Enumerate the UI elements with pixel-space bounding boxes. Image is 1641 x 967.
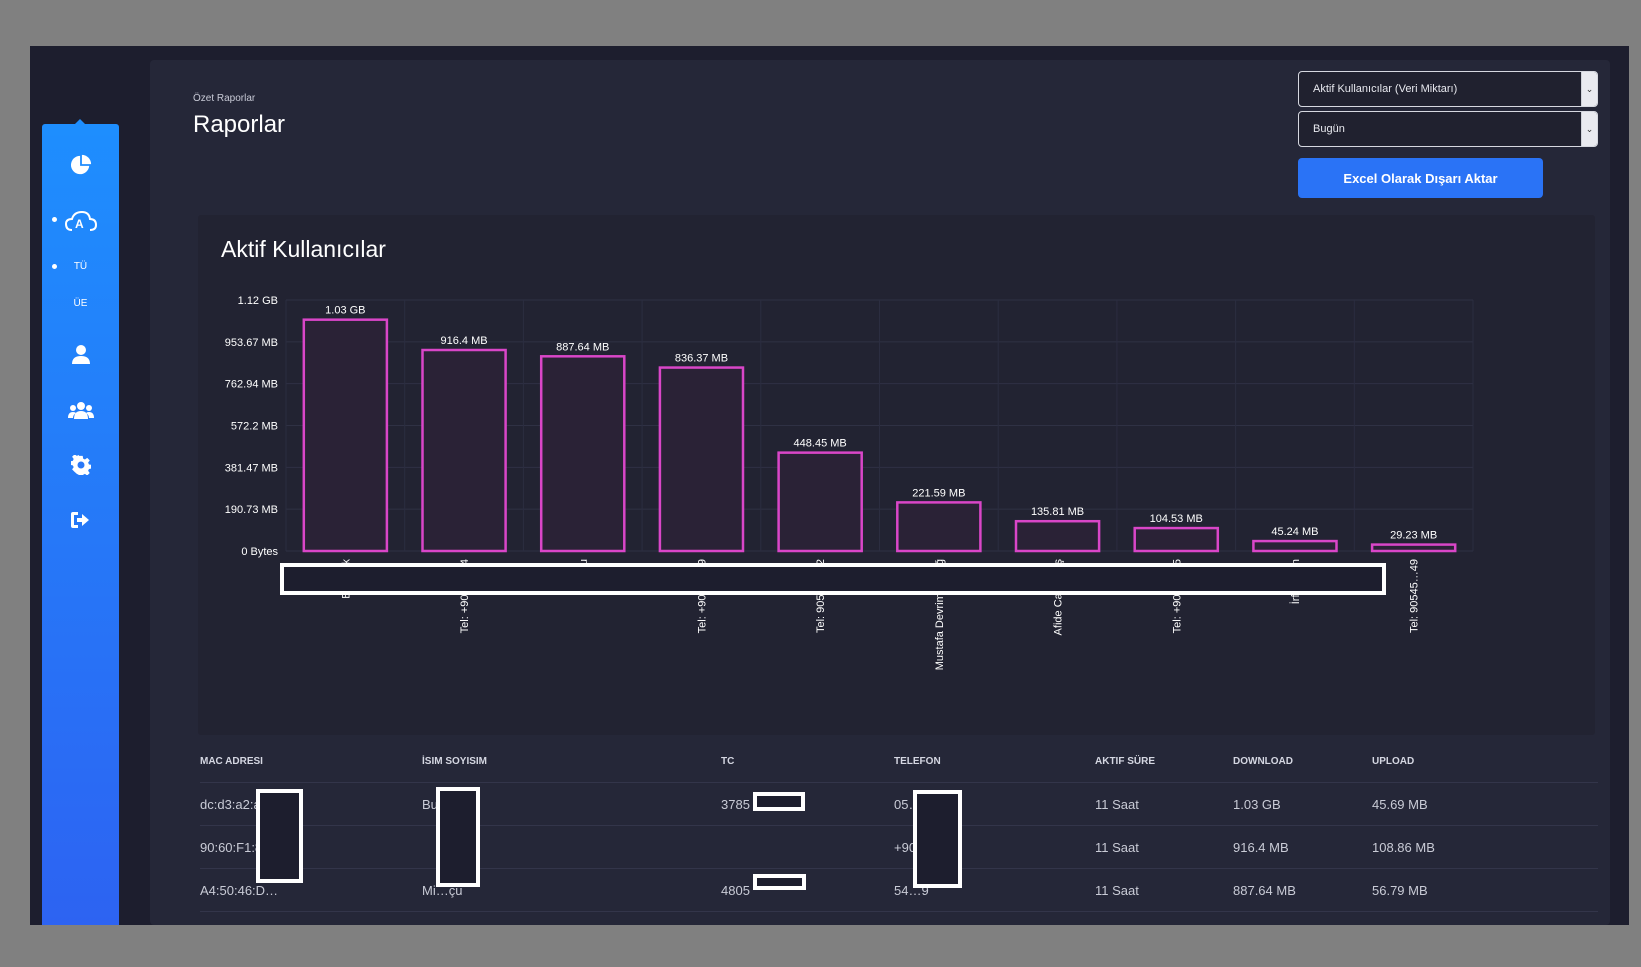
bar-value-label: 448.45 MB [794, 438, 847, 450]
users-icon [67, 402, 94, 419]
export-excel-button[interactable]: Excel Olarak Dışarı Aktar [1298, 158, 1543, 198]
table-cell: 90:60:F1:8 [200, 840, 263, 855]
bar-value-label: 836.37 MB [675, 353, 728, 365]
table-row[interactable]: 90:60:F1:8+90…57411 Saat916.4 MB108.86 M… [200, 826, 1598, 869]
table-cell: 1.03 GB [1233, 797, 1281, 812]
table-row[interactable]: dc:d3:a2:aBu…ak378505…4911 Saat1.03 GB45… [200, 783, 1598, 826]
bar-value-label: 45.24 MB [1271, 526, 1318, 538]
y-tick-label: 0 Bytes [241, 546, 278, 558]
bar-value-label: 29.23 MB [1390, 530, 1437, 542]
column-header[interactable]: MAC ADRESI [200, 740, 263, 783]
sidebar-item-cloud[interactable]: A [42, 206, 119, 238]
app-window: A TÜ ÜE Özet Raporlar Raporlar Aktif Kul… [30, 46, 1629, 925]
bar-chart: 1.12 GB 953.67 MB 762.94 MB 572.2 MB 381.47 … [225, 295, 1474, 670]
redaction-box [753, 792, 805, 811]
redaction-box [280, 563, 1386, 595]
period-select[interactable]: Bugün ⌄ [1298, 111, 1598, 147]
column-header[interactable]: DOWNLOAD [1233, 740, 1293, 783]
bar-value-label: 1.03 GB [325, 305, 365, 317]
sign-out-icon [70, 512, 89, 528]
table-cell: 11 Saat [1095, 883, 1139, 898]
y-tick-label: 953.67 MB [225, 337, 278, 349]
cloud-a-icon: A [64, 210, 97, 231]
column-header[interactable]: TELEFON [894, 740, 941, 783]
bar-value-label: 104.53 MB [1150, 513, 1203, 525]
bar-value-label: 916.4 MB [441, 335, 488, 347]
bar [1133, 526, 1220, 553]
bar-value-label: 135.81 MB [1031, 506, 1084, 518]
redaction-box [753, 874, 806, 890]
pie-chart-icon [70, 154, 91, 175]
redaction-box [913, 790, 962, 888]
bar [421, 348, 507, 553]
sidebar-item-settings[interactable] [42, 450, 119, 480]
bar [1252, 539, 1338, 553]
breadcrumb[interactable]: Özet Raporlar [193, 93, 255, 104]
sidebar-subitem-tu[interactable]: TÜ [42, 261, 119, 272]
table-cell: 4805 [721, 883, 750, 898]
sidebar-item-logout[interactable] [42, 505, 119, 535]
table-row[interactable]: A4:50:46:D… Mi…çu 4805 54…9 11 Saat 887.64 MB… [200, 869, 1598, 912]
bar [539, 355, 626, 553]
sidebar: A TÜ ÜE [42, 119, 119, 925]
column-header[interactable]: AKTIF SÜRE [1095, 740, 1155, 783]
table-cell: 56.79 MB [1372, 883, 1428, 898]
redaction-box [256, 789, 303, 883]
column-header[interactable]: UPLOAD [1372, 740, 1414, 783]
y-tick-label: 1.12 GB [238, 295, 278, 307]
bar [1014, 519, 1101, 553]
column-header[interactable]: TC [721, 740, 734, 783]
y-tick-label: 762.94 MB [225, 379, 278, 391]
table-cell: 3785 [721, 797, 750, 812]
column-header[interactable]: İSIM SOYISIM [422, 740, 487, 783]
gear-icon [70, 455, 91, 475]
table-cell: 887.64 MB [1233, 883, 1296, 898]
table-header: MAC ADRESI İSIM SOYISIM TC TELEFON AKTIF SÜR… [200, 740, 1598, 783]
table-cell: dc:d3:a2:a [200, 797, 261, 812]
table-cell: 11 Saat [1095, 797, 1139, 812]
report-type-value: Aktif Kullanıcılar (Veri Miktarı) [1313, 83, 1458, 95]
table-cell: 11 Saat [1095, 840, 1139, 855]
y-tick-label: 190.73 MB [225, 504, 278, 516]
redaction-box [436, 787, 480, 887]
bar [777, 451, 863, 553]
sidebar-item-users[interactable] [42, 395, 119, 425]
table-cell: 45.69 MB [1372, 797, 1428, 812]
table-cell: 916.4 MB [1233, 840, 1289, 855]
period-value: Bugün [1313, 123, 1345, 135]
main-panel: Özet Raporlar Raporlar Aktif Kullanıcıla… [150, 60, 1610, 925]
report-type-select[interactable]: Aktif Kullanıcılar (Veri Miktarı) ⌄ [1298, 71, 1598, 107]
user-icon [71, 345, 90, 364]
sidebar-item-user[interactable] [42, 339, 119, 369]
x-category-label: Tel: 90545…49 [1409, 559, 1421, 633]
bar [1370, 543, 1457, 553]
chart-card: Aktif Kullanıcılar 1.12 GB 953.67 MB 762.9… [198, 215, 1595, 735]
page-title: Raporlar [193, 111, 286, 138]
bar-value-label: 221.59 MB [912, 487, 965, 499]
table-cell: 108.86 MB [1372, 840, 1435, 855]
chevron-down-icon: ⌄ [1581, 72, 1597, 106]
bar [302, 318, 389, 553]
bar [896, 501, 982, 553]
sidebar-item-reports[interactable] [42, 150, 119, 180]
chevron-down-icon: ⌄ [1581, 112, 1597, 146]
bar-value-label: 887.64 MB [556, 341, 609, 353]
y-tick-label: 381.47 MB [225, 462, 278, 474]
bar [658, 366, 745, 553]
y-tick-label: 572.2 MB [231, 421, 278, 433]
svg-text:A: A [75, 217, 84, 231]
sidebar-subitem-ue[interactable]: ÜE [42, 298, 119, 309]
